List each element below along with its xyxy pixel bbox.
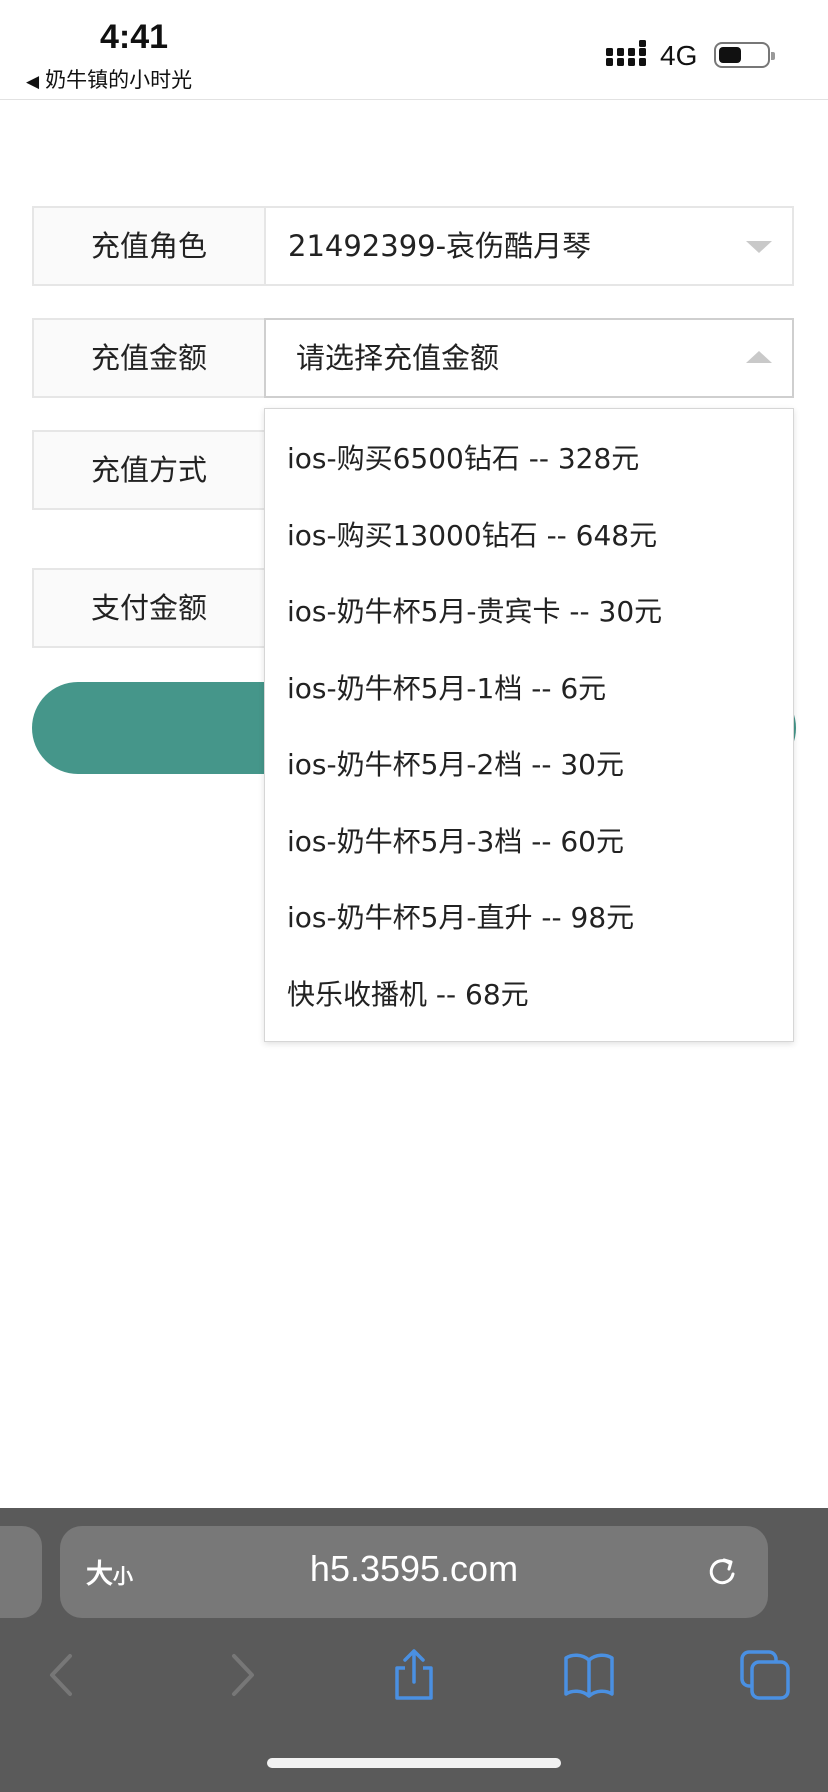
share-icon[interactable] [387, 1648, 441, 1702]
home-indicator [267, 1758, 561, 1768]
status-time: 4:41 [100, 18, 169, 56]
forward-icon[interactable] [214, 1648, 268, 1702]
dropdown-option[interactable]: ios-奶牛杯5月-3档 -- 60元 [265, 804, 793, 881]
dropdown-option[interactable]: ios-奶牛杯5月-直升 -- 98元 [265, 880, 793, 957]
dropdown-option[interactable]: ios-奶牛杯5月-1档 -- 6元 [265, 651, 793, 728]
role-select[interactable]: 充值角色 21492399-哀伤酷月琴 [32, 206, 794, 286]
dropdown-option[interactable]: 快乐收播机 -- 68元 [265, 957, 793, 1034]
method-label: 充值方式 [34, 432, 266, 508]
bookmarks-icon[interactable] [562, 1648, 616, 1702]
url-text: h5.3595.com [309, 1548, 519, 1589]
chevron-down-icon [746, 241, 772, 253]
battery-icon [714, 42, 775, 68]
back-icon[interactable] [36, 1648, 90, 1702]
cellular-signal-icon [606, 40, 646, 66]
dropdown-option[interactable]: ios-奶牛杯5月-贵宾卡 -- 30元 [265, 574, 793, 651]
dropdown-option[interactable]: ios-奶牛杯5月-2档 -- 30元 [265, 727, 793, 804]
back-to-app-link[interactable]: ◀ 奶牛镇的小时光 [26, 64, 192, 94]
dropdown-option[interactable]: ios-购买6500钻石 -- 328元 [265, 421, 793, 498]
status-bar: 4:41 ◀ 奶牛镇的小时光 4G [0, 0, 828, 100]
back-app-label: 奶牛镇的小时光 [45, 68, 193, 92]
dropdown-option[interactable]: ios-购买13000钻石 -- 648元 [265, 498, 793, 575]
amount-dropdown: ios-购买6500钻石 -- 328元 ios-购买13000钻石 -- 64… [264, 408, 794, 1042]
amount-select[interactable]: 请选择充值金额 [264, 318, 794, 398]
browser-bottom-bar: 大小 h5.3595.com [0, 1508, 828, 1792]
amount-placeholder: 请选择充值金额 [296, 341, 500, 375]
network-type: 4G [660, 40, 698, 71]
chevron-up-icon [746, 351, 772, 363]
address-bar[interactable]: 大小 h5.3595.com [60, 1526, 768, 1618]
tabs-icon[interactable] [738, 1648, 792, 1702]
reload-icon[interactable] [702, 1552, 742, 1592]
pay-label: 支付金额 [34, 570, 266, 646]
role-label: 充值角色 [34, 208, 266, 284]
back-triangle-icon: ◀ [26, 72, 40, 92]
previous-tab-peek[interactable] [0, 1526, 42, 1618]
role-value: 21492399-哀伤酷月琴 [288, 229, 592, 263]
amount-label: 充值金额 [34, 320, 266, 396]
